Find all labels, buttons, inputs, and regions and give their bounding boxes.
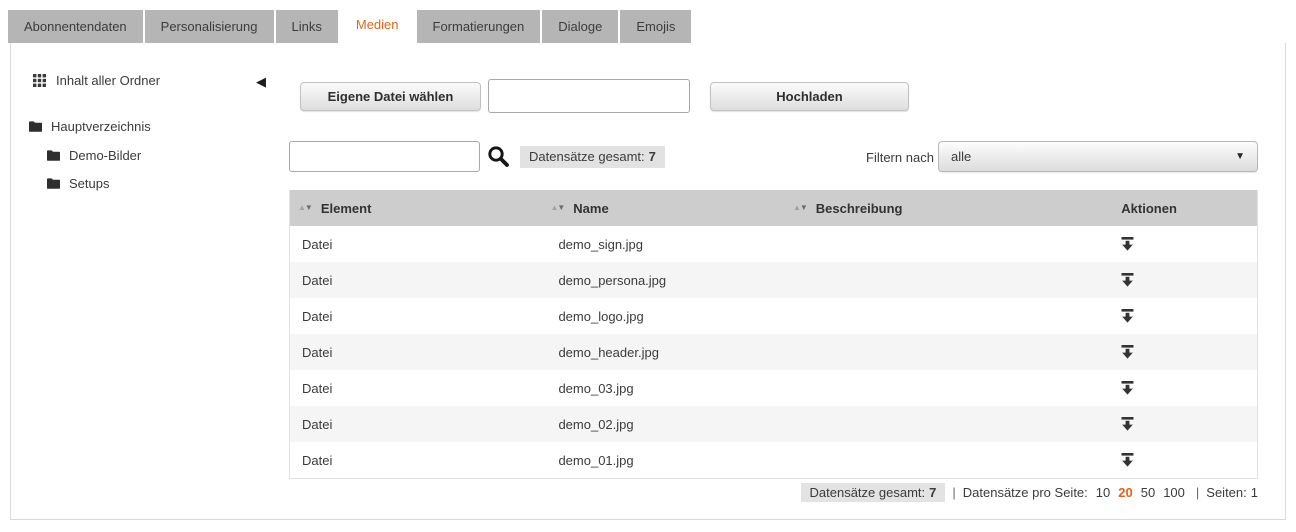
- download-icon[interactable]: [1121, 345, 1257, 359]
- search-icon[interactable]: [487, 145, 510, 168]
- sort-asc-icon[interactable]: ▲: [793, 203, 800, 212]
- chevron-down-icon: ▼: [1235, 142, 1245, 171]
- sort-desc-icon[interactable]: ▼: [305, 203, 312, 212]
- pagination-records-value: 7: [929, 485, 936, 500]
- table-row: Datei demo_sign.jpg: [290, 226, 1257, 262]
- sort-icons[interactable]: ▲▼: [550, 204, 564, 212]
- download-icon[interactable]: [1121, 381, 1257, 395]
- column-label: Aktionen: [1121, 201, 1177, 216]
- tab-abonnentendaten[interactable]: Abonnentendaten: [8, 10, 143, 43]
- per-page-option-10[interactable]: 10: [1096, 485, 1110, 500]
- cell-element: Datei: [290, 453, 550, 468]
- cell-name: demo_03.jpg: [550, 381, 792, 396]
- column-header-name: ▲▼ Name: [550, 201, 792, 216]
- column-header-beschreibung: ▲▼ Beschreibung: [793, 201, 1089, 216]
- filter-dropdown[interactable]: alle ▼: [938, 141, 1258, 172]
- table-row: Datei demo_02.jpg: [290, 406, 1257, 442]
- per-page-option-100[interactable]: 100: [1163, 485, 1185, 500]
- download-icon[interactable]: [1121, 273, 1257, 287]
- tab-bar: Abonnentendaten Personalisierung Links M…: [8, 3, 693, 48]
- search-input[interactable]: [289, 141, 480, 172]
- media-manager-screen: Abonnentendaten Personalisierung Links M…: [0, 0, 1296, 532]
- cell-name: demo_02.jpg: [550, 417, 792, 432]
- column-label: Beschreibung: [816, 201, 903, 216]
- tab-formatierungen[interactable]: Formatierungen: [417, 10, 541, 43]
- cell-element: Datei: [290, 309, 550, 324]
- sidebar-item-hauptverzeichnis[interactable]: Hauptverzeichnis: [29, 119, 151, 134]
- sort-icons[interactable]: ▲▼: [793, 204, 807, 212]
- cell-element: Datei: [290, 345, 550, 360]
- choose-file-button[interactable]: Eigene Datei wählen: [300, 82, 481, 111]
- cell-name: demo_logo.jpg: [550, 309, 792, 324]
- cell-element: Datei: [290, 273, 550, 288]
- folder-label: Demo-Bilder: [69, 148, 141, 163]
- cell-element: Datei: [290, 417, 550, 432]
- separator: |: [952, 485, 955, 500]
- filter-label: Filtern nach: [866, 150, 934, 165]
- filter-selected-value: alle: [951, 149, 971, 164]
- table-header: ▲▼ Element ▲▼ Name ▲▼ Beschreibung Aktio…: [290, 190, 1257, 226]
- table-row: Datei demo_logo.jpg: [290, 298, 1257, 334]
- cell-element: Datei: [290, 237, 550, 252]
- tab-emojis[interactable]: Emojis: [620, 10, 691, 43]
- grid-icon: [33, 74, 46, 87]
- folder-icon: [47, 178, 60, 189]
- table-body: Datei demo_sign.jpg Datei demo_persona.j…: [290, 226, 1257, 478]
- pagination-records-badge: Datensätze gesamt:7: [801, 483, 946, 502]
- sidebar-item-demo-bilder[interactable]: Demo-Bilder: [47, 148, 141, 163]
- media-table: ▲▼ Element ▲▼ Name ▲▼ Beschreibung Aktio…: [289, 190, 1258, 479]
- download-icon[interactable]: [1121, 237, 1257, 251]
- folder-icon: [47, 150, 60, 161]
- tab-medien[interactable]: Medien: [340, 3, 415, 48]
- table-row: Datei demo_persona.jpg: [290, 262, 1257, 298]
- cell-name: demo_01.jpg: [550, 453, 792, 468]
- folder-label: Hauptverzeichnis: [51, 119, 151, 134]
- tab-dialoge[interactable]: Dialoge: [542, 10, 618, 43]
- sidebar-collapse-icon[interactable]: ◀: [256, 74, 266, 90]
- sidebar-item-setups[interactable]: Setups: [47, 176, 109, 191]
- pagination-records-label: Datensätze gesamt:: [810, 485, 926, 500]
- pagination-bar: Datensätze gesamt:7 | Datensätze pro Sei…: [801, 483, 1259, 502]
- cell-name: demo_persona.jpg: [550, 273, 792, 288]
- table-row: Datei demo_03.jpg: [290, 370, 1257, 406]
- sort-desc-icon[interactable]: ▼: [557, 203, 564, 212]
- cell-name: demo_header.jpg: [550, 345, 792, 360]
- table-row: Datei demo_01.jpg: [290, 442, 1257, 478]
- records-total-label: Datensätze gesamt:: [529, 149, 645, 164]
- sort-asc-icon[interactable]: ▲: [298, 203, 305, 212]
- sort-desc-icon[interactable]: ▼: [800, 203, 807, 212]
- upload-button[interactable]: Hochladen: [710, 82, 909, 111]
- pages-value: 1: [1251, 485, 1258, 500]
- download-icon[interactable]: [1121, 453, 1257, 467]
- tab-links[interactable]: Links: [276, 10, 338, 43]
- cell-element: Datei: [290, 381, 550, 396]
- column-header-element: ▲▼ Element: [290, 201, 550, 216]
- sidebar-root-label: Inhalt aller Ordner: [56, 73, 160, 88]
- tab-personalisierung[interactable]: Personalisierung: [145, 10, 274, 43]
- column-header-aktionen: Aktionen: [1089, 201, 1257, 216]
- folder-icon: [29, 121, 42, 132]
- records-total-value: 7: [649, 149, 656, 164]
- column-label: Element: [321, 201, 372, 216]
- sidebar-root-all-folders[interactable]: Inhalt aller Ordner: [33, 73, 160, 88]
- download-icon[interactable]: [1121, 417, 1257, 431]
- sort-icons[interactable]: ▲▼: [298, 204, 312, 212]
- folder-label: Setups: [69, 176, 109, 191]
- per-page-label: Datensätze pro Seite:: [963, 485, 1088, 500]
- separator: |: [1196, 485, 1199, 500]
- table-row: Datei demo_header.jpg: [290, 334, 1257, 370]
- cell-name: demo_sign.jpg: [550, 237, 792, 252]
- per-page-option-50[interactable]: 50: [1141, 485, 1155, 500]
- download-icon[interactable]: [1121, 309, 1257, 323]
- per-page-option-20[interactable]: 20: [1118, 485, 1132, 500]
- records-total-badge: Datensätze gesamt: 7: [520, 146, 665, 168]
- pages-label: Seiten:: [1206, 485, 1246, 500]
- file-name-field[interactable]: [488, 79, 690, 113]
- column-label: Name: [573, 201, 608, 216]
